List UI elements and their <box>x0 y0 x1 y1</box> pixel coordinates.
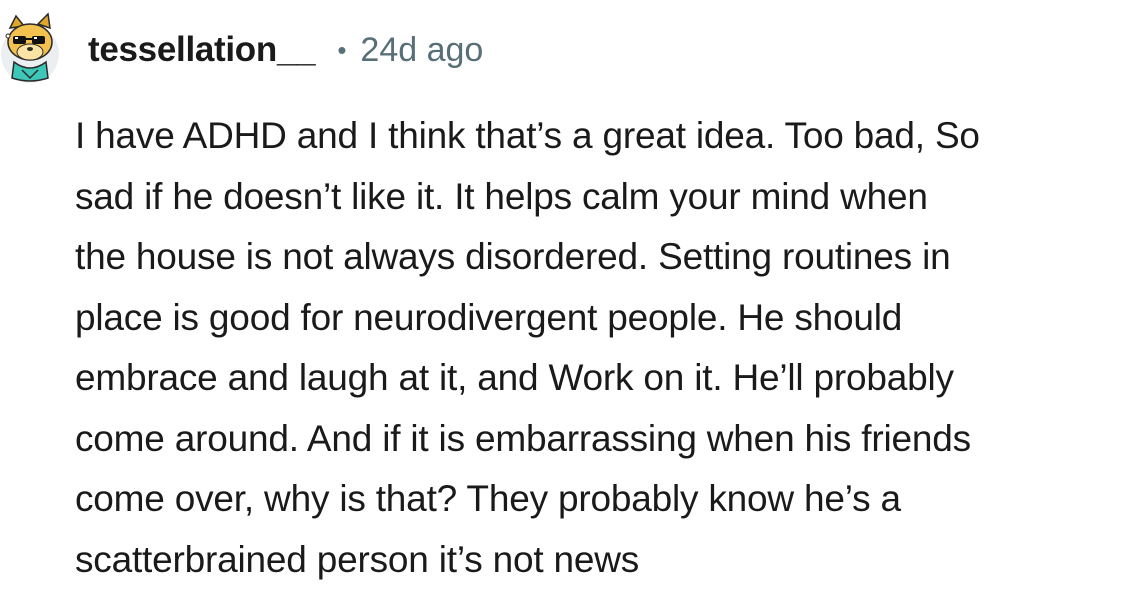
comment-timestamp[interactable]: 24d ago <box>360 31 483 70</box>
username-link[interactable]: tessellation__ <box>88 30 316 70</box>
comment-body: I have ADHD and I think that’s a great i… <box>75 106 1145 590</box>
user-avatar-icon[interactable] <box>0 12 64 84</box>
meta-separator: • <box>337 34 347 65</box>
comment-body-line: scatterbrained person it’s not news <box>75 538 640 580</box>
comment-header: tessellation__ • 24d ago <box>88 28 483 72</box>
comment-body-line: sad if he doesn’t like it. It helps calm… <box>75 175 928 217</box>
comment: tessellation__ • 24d ago I have ADHD and… <box>0 0 1145 590</box>
comment-body-line: embrace and laugh at it, and Work on it.… <box>75 357 954 398</box>
comment-body-line: place is good for neurodivergent people.… <box>75 296 903 338</box>
comment-body-line: come over, why is that? They probably kn… <box>75 478 901 519</box>
comment-body-line: come around. And if it is embarrassing w… <box>75 417 971 459</box>
comment-body-line: the house is not always disordered. Sett… <box>75 236 951 277</box>
comment-body-line: I have ADHD and I think that’s a great i… <box>75 115 980 156</box>
